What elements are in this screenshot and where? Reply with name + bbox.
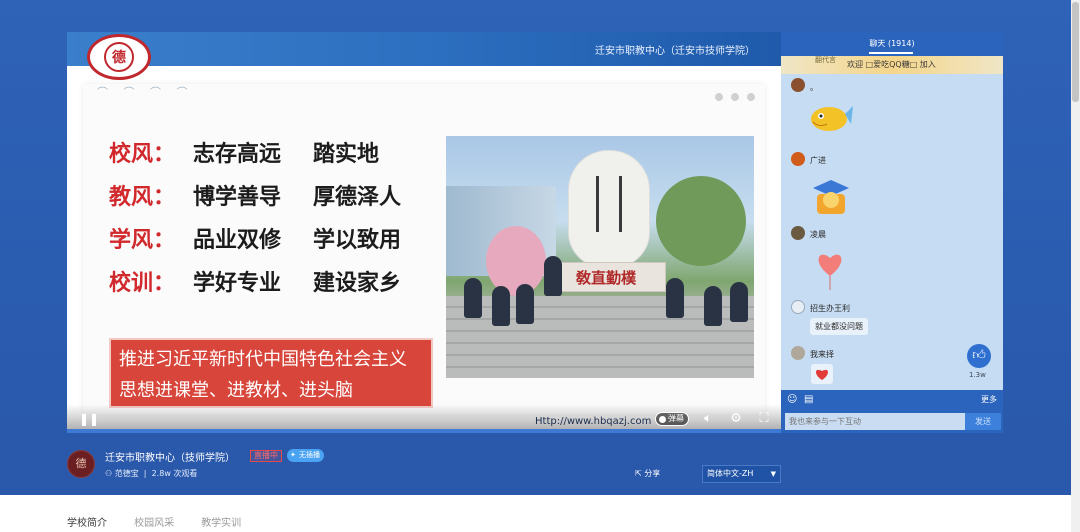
watermark-url: Http://www.hbqazj.com — [535, 416, 652, 427]
avatar[interactable] — [791, 152, 805, 166]
chat-input[interactable] — [785, 413, 965, 430]
tab-campus-style[interactable]: 校园风采 — [134, 514, 174, 529]
monument-tree-emblem — [596, 176, 622, 232]
host-name: 范德宝 — [114, 469, 139, 478]
motto-line: 教风： 博学善导 厚德泽人 — [109, 179, 401, 222]
slide-dots — [707, 86, 755, 105]
scrollbar-thumb[interactable] — [1072, 2, 1079, 102]
avatar[interactable] — [791, 226, 805, 240]
fullscreen-icon[interactable]: ⛶ — [756, 411, 772, 427]
fish-sticker — [807, 98, 853, 140]
msg-username: 凌晨 — [810, 230, 826, 239]
channel-avatar[interactable]: 德 — [67, 450, 95, 478]
live-badge: 直播中 — [250, 450, 282, 462]
motto-value: 建设家乡 — [313, 271, 402, 296]
msg-username: 招生办王利 — [810, 304, 850, 313]
motto-value: 学好专业 — [193, 271, 282, 296]
tab-teaching-training[interactable]: 教学实训 — [201, 514, 241, 529]
page-scrollbar[interactable] — [1071, 0, 1080, 532]
separator: | — [141, 469, 150, 478]
green-tree — [656, 176, 746, 266]
danmu-toggle[interactable]: 弹幕 — [655, 412, 689, 426]
campus-photo: 敎直勤樸 — [446, 136, 754, 378]
chevron-down-icon: ▼ — [770, 470, 776, 478]
image-icon[interactable]: ▤ — [804, 394, 813, 406]
slogan-banner: 推进习近平新时代中国特色社会主义思想进课堂、进教材、进头脑 — [109, 338, 433, 408]
language-value: 简体中文-ZH — [707, 469, 754, 478]
heart-balloon-sticker — [815, 246, 845, 294]
view-count: 2.8w 次观看 — [151, 469, 198, 478]
slide-header: 迁安市职教中心（迁安市技师学院） — [67, 32, 781, 66]
like-button[interactable]: 👍︎ — [967, 344, 991, 368]
share-label: 分享 — [644, 469, 661, 478]
heart-sticker — [811, 364, 833, 388]
motto-value: 厚德泽人 — [313, 185, 402, 210]
channel-name: 迁安市职教中心（技师学院） — [105, 453, 235, 464]
avatar[interactable] — [791, 300, 805, 314]
chat-input-row: 发送 — [781, 410, 1003, 433]
motto-key: 学风： — [109, 228, 176, 253]
more-link[interactable]: 更多 — [981, 394, 997, 405]
birds-decoration: ⌒ ⌒ ⌒ ⌒ — [97, 86, 194, 99]
msg-username: 广进 — [810, 156, 826, 165]
emoji-icon[interactable]: ☺ — [787, 394, 797, 406]
language-select[interactable]: 简体中文-ZH ▼ — [702, 465, 781, 483]
video-player[interactable]: 迁安市职教中心（迁安市技师学院） 德 ⌒ ⌒ ⌒ ⌒ 校风： 志存高远 踏实地 教风… — [67, 32, 781, 433]
avatar[interactable] — [791, 78, 805, 92]
tab-school-intro[interactable]: 学校简介 — [67, 514, 107, 529]
motto-key: 校风： — [109, 142, 176, 167]
school-logo: 德 — [87, 34, 151, 80]
motto-value: 踏实地 — [313, 142, 380, 167]
avatar[interactable] — [791, 346, 805, 360]
user-icon: ⚇ — [105, 469, 113, 478]
motto-key: 校训： — [109, 271, 176, 296]
motto-list: 校风： 志存高远 踏实地 教风： 博学善导 厚德泽人 学风： 品业双修 学以致用 校训： 学好… — [109, 136, 401, 308]
host-line: ⚇ 范德宝 | 2.8w 次观看 — [105, 468, 197, 479]
msg-username: 。 — [810, 83, 818, 92]
chat-panel: 聊天 (1914) 欢迎 □爱吃QQ糖□ 加入 翻代言 。 广进 凌晨 招生办王… — [781, 32, 1003, 433]
school-logo-char: 德 — [104, 42, 134, 72]
share-icon: ⇱ — [635, 469, 642, 478]
gear-icon[interactable]: ⚙ — [728, 411, 744, 427]
motto-key: 教风： — [109, 185, 176, 210]
slide-header-text: 迁安市职教中心（迁安市技师学院） — [595, 46, 755, 57]
volume-icon[interactable]: 🔈︎ — [700, 411, 716, 427]
chat-tab-underline — [869, 52, 913, 54]
motto-line: 学风： 品业双修 学以致用 — [109, 222, 401, 265]
noad-badge: 无插播 — [287, 449, 324, 462]
progress-bar[interactable] — [67, 429, 781, 433]
notice-prefix: 翻代言 — [815, 56, 836, 64]
motto-line: 校风： 志存高远 踏实地 — [109, 136, 401, 179]
content-tabs: 学校简介 校园风采 教学实训 — [67, 511, 263, 530]
send-button[interactable]: 发送 — [965, 413, 1001, 430]
graduate-sticker — [811, 174, 851, 220]
motto-value: 品业双修 — [193, 228, 282, 253]
motto-value: 学以致用 — [313, 228, 402, 253]
share-button[interactable]: ⇱ 分享 — [635, 468, 660, 479]
motto-value: 博学善导 — [193, 185, 282, 210]
msg-username: 我来择 — [810, 350, 834, 359]
motto-line: 校训： 学好专业 建设家乡 — [109, 265, 401, 308]
motto-value: 志存高远 — [193, 142, 282, 167]
like-count: 1.3w — [969, 371, 986, 379]
chat-message-text: 就业都没问题 — [810, 318, 868, 335]
pause-icon[interactable]: ❚❚ — [79, 412, 99, 426]
chat-toolbar: ☺ ▤ 更多 — [781, 390, 1003, 410]
students-group — [446, 256, 754, 336]
